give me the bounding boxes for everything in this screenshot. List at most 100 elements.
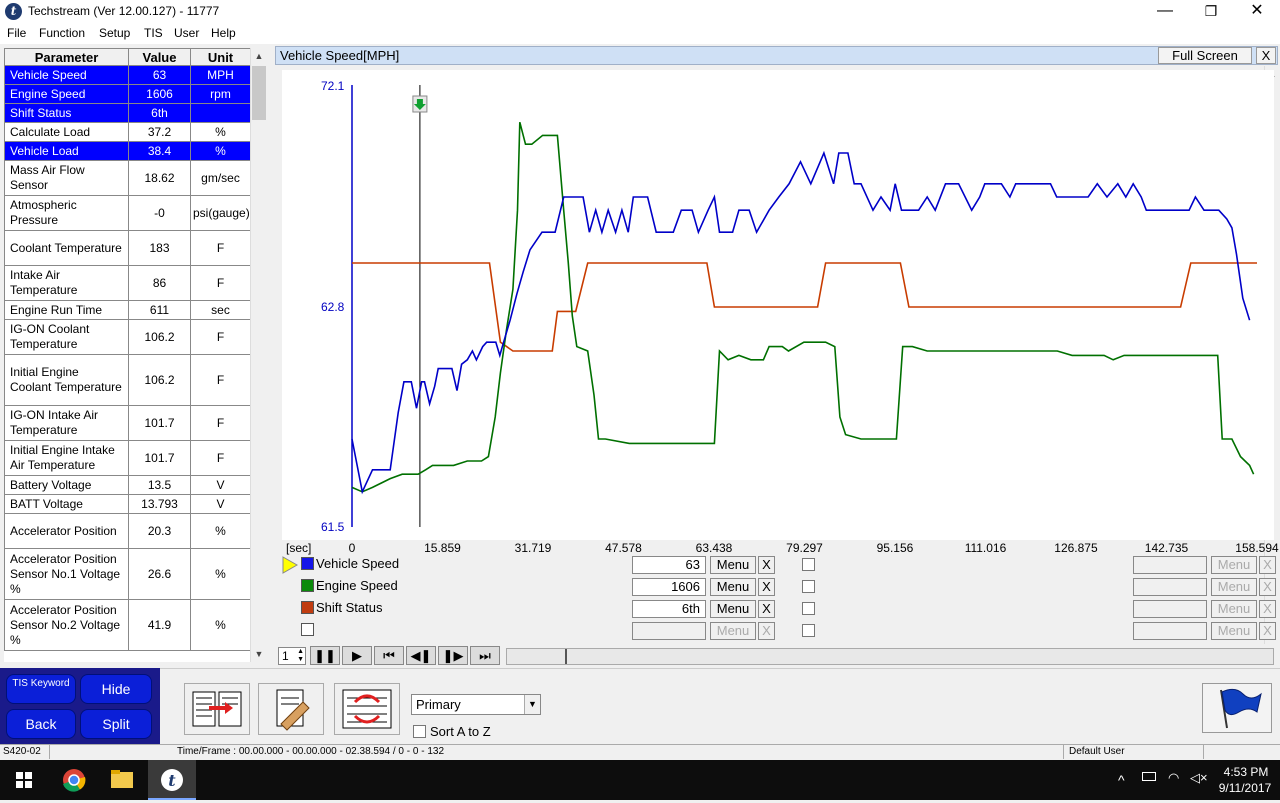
maximize-button[interactable]: ❐ — [1188, 0, 1234, 24]
chrome-taskbar-button[interactable] — [50, 760, 98, 800]
close-window-button[interactable]: ✕ — [1234, 0, 1280, 24]
swap-view-button[interactable] — [334, 683, 400, 735]
right-menu-button[interactable]: Menu — [1211, 578, 1257, 596]
parameter-name: IG-ON Intake Air Temperature — [4, 405, 129, 441]
parameter-row[interactable]: Initial Engine Coolant Temperature 106.2 F — [4, 354, 250, 406]
dropdown-arrow-icon[interactable]: ▼ — [524, 695, 540, 714]
frame-spinner[interactable]: 1 ▲ ▼ — [278, 647, 306, 665]
parameter-row[interactable]: IG-ON Coolant Temperature 106.2 F — [4, 319, 250, 355]
right-menu-button[interactable]: Menu — [1211, 600, 1257, 618]
right-remove-button[interactable]: X — [1259, 578, 1276, 596]
series-color-swatch[interactable] — [301, 579, 314, 592]
parameter-row[interactable]: Calculate Load 37.2% — [4, 122, 250, 142]
parameter-row[interactable]: Initial Engine Intake Air Temperature 101… — [4, 440, 250, 476]
parameter-unit: V — [190, 494, 250, 514]
parameter-row[interactable]: Engine Run Time 611 sec — [4, 300, 250, 320]
start-button[interactable] — [0, 760, 48, 800]
series-remove-button[interactable]: X — [758, 622, 775, 640]
menu-tis[interactable]: TIS — [144, 26, 163, 40]
right-menu-button[interactable]: Menu — [1211, 622, 1257, 640]
go-to-end-button[interactable]: ⏭ — [470, 646, 500, 665]
parameter-column-header[interactable]: Parameter — [4, 48, 129, 66]
scrollbar-thumb[interactable] — [252, 66, 266, 120]
spinner-arrows-icon[interactable]: ▲ ▼ — [297, 648, 304, 664]
series-menu-button[interactable]: Menu — [710, 622, 756, 640]
series-remove-button[interactable]: X — [758, 600, 775, 618]
minimize-button[interactable]: — — [1142, 0, 1188, 24]
step-back-button[interactable]: ◀❚ — [406, 646, 436, 665]
line-chart[interactable] — [282, 70, 1274, 540]
parameter-row[interactable]: Shift Status 6th — [4, 103, 250, 123]
parameter-row[interactable]: Engine Speed 1606 rpm — [4, 84, 250, 104]
series-checkbox[interactable] — [802, 602, 815, 615]
parameter-row[interactable]: Vehicle Speed 63 MPH — [4, 65, 250, 85]
series-checkbox[interactable] — [802, 624, 815, 637]
clock-time[interactable]: 4:53 PM — [1218, 765, 1274, 779]
parameter-row[interactable]: Battery Voltage 13.5 V — [4, 475, 250, 495]
parameter-row[interactable]: Coolant Temperature 183 F — [4, 230, 250, 266]
parameter-value: 183 — [128, 230, 191, 266]
view-mode-dropdown[interactable]: Primary ▼ — [411, 694, 541, 715]
series-remove-button[interactable]: X — [758, 578, 775, 596]
step-forward-button[interactable]: ❚▶ — [438, 646, 468, 665]
exit-flag-button[interactable] — [1202, 683, 1272, 733]
menu-file[interactable]: File — [7, 26, 26, 40]
parameter-name: Coolant Temperature — [4, 230, 129, 266]
hide-button[interactable]: Hide — [80, 674, 152, 704]
menu-setup[interactable]: Setup — [99, 26, 130, 40]
value-column-header[interactable]: Value — [128, 48, 191, 66]
tis-keyword-button[interactable]: TIS Keyword — [6, 674, 76, 704]
play-button[interactable]: ▶ — [342, 646, 372, 665]
timeline-marker[interactable] — [565, 649, 567, 664]
scroll-down-arrow-icon[interactable]: ▼ — [251, 646, 267, 662]
right-remove-button[interactable]: X — [1259, 622, 1276, 640]
file-explorer-taskbar-button[interactable] — [98, 760, 146, 800]
parameter-value: 38.4 — [128, 141, 191, 161]
right-remove-button[interactable]: X — [1259, 556, 1276, 574]
snapshot-button[interactable] — [258, 683, 324, 735]
parameter-row[interactable]: Mass Air Flow Sensor 18.62 gm/sec — [4, 160, 250, 196]
series-checkbox[interactable] — [802, 580, 815, 593]
series-menu-button[interactable]: Menu — [710, 600, 756, 618]
show-hidden-icons-icon[interactable]: ^ — [1118, 772, 1125, 788]
battery-icon[interactable] — [1142, 772, 1156, 781]
series-color-swatch[interactable] — [301, 557, 314, 570]
unit-column-header[interactable]: Unit — [190, 48, 250, 66]
split-button[interactable]: Split — [80, 709, 152, 739]
series-color-swatch[interactable] — [301, 601, 314, 614]
parameter-value: 106.2 — [128, 319, 191, 355]
series-current-value: 6th — [632, 600, 706, 618]
select-data-list-button[interactable] — [184, 683, 250, 735]
parameter-row[interactable]: BATT Voltage 13.793 V — [4, 494, 250, 514]
parameter-row[interactable]: Accelerator Position 20.3% — [4, 513, 250, 549]
parameter-row[interactable]: Atmospheric Pressure -0 psi(gauge) — [4, 195, 250, 231]
pause-button[interactable]: ❚❚ — [310, 646, 340, 665]
menu-help[interactable]: Help — [211, 26, 236, 40]
wifi-icon[interactable]: ◠ — [1168, 770, 1179, 786]
timeline-track[interactable] — [506, 648, 1274, 665]
series-checkbox[interactable] — [802, 558, 815, 571]
sort-a-to-z-checkbox[interactable] — [413, 725, 426, 738]
parameter-list-scrollbar[interactable]: ▲ ▼ — [250, 48, 266, 662]
parameter-row[interactable]: Accelerator Position Sensor No.1 Voltage… — [4, 548, 250, 600]
parameter-row[interactable]: Vehicle Load 38.4% — [4, 141, 250, 161]
parameter-row[interactable]: IG-ON Intake Air Temperature 101.7 F — [4, 405, 250, 441]
graph-close-button[interactable]: X — [1256, 47, 1276, 64]
parameter-row[interactable]: Accelerator Position Sensor No.2 Voltage… — [4, 599, 250, 651]
full-screen-button[interactable]: Full Screen — [1158, 47, 1252, 64]
clock-date[interactable]: 9/11/2017 — [1214, 781, 1276, 795]
right-menu-button[interactable]: Menu — [1211, 556, 1257, 574]
series-menu-button[interactable]: Menu — [710, 578, 756, 596]
series-color-swatch[interactable] — [301, 623, 314, 636]
series-remove-button[interactable]: X — [758, 556, 775, 574]
techstream-taskbar-button[interactable]: t — [148, 760, 196, 800]
scroll-up-arrow-icon[interactable]: ▲ — [251, 48, 267, 64]
right-remove-button[interactable]: X — [1259, 600, 1276, 618]
menu-user[interactable]: User — [174, 26, 199, 40]
parameter-row[interactable]: Intake Air Temperature 86 F — [4, 265, 250, 301]
go-to-start-button[interactable]: ⏮ — [374, 646, 404, 665]
series-menu-button[interactable]: Menu — [710, 556, 756, 574]
back-button[interactable]: Back — [6, 709, 76, 739]
menu-function[interactable]: Function — [39, 26, 85, 40]
volume-muted-icon[interactable]: ◁× — [1190, 770, 1208, 786]
